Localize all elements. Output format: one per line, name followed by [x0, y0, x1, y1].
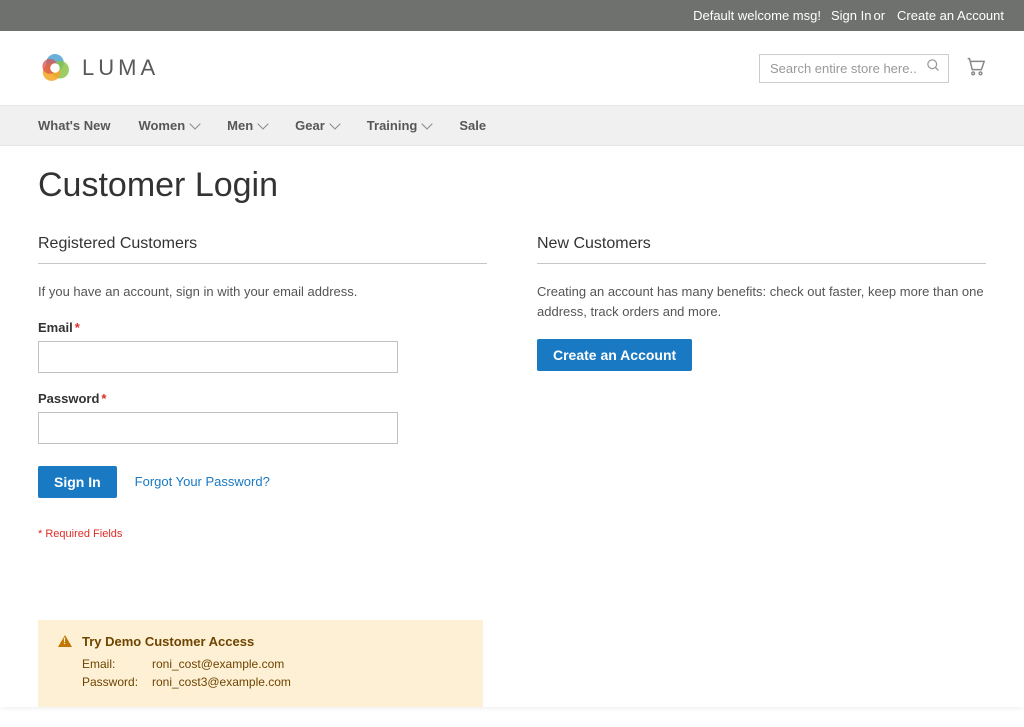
demo-password-row: Password: roni_cost3@example.com — [58, 675, 463, 689]
chevron-down-icon — [189, 118, 200, 129]
nav-gear[interactable]: Gear — [295, 106, 353, 145]
new-customers-note: Creating an account has many benefits: c… — [537, 282, 986, 321]
required-star: * — [101, 391, 106, 406]
welcome-message: Default welcome msg! — [693, 8, 821, 23]
page-title-wrapper: Customer Login — [0, 146, 1024, 215]
password-label: Password* — [38, 391, 487, 406]
new-customers-block: New Customers Creating an account has ma… — [537, 235, 986, 540]
email-label: Email* — [38, 320, 487, 335]
nav-men[interactable]: Men — [227, 106, 281, 145]
main-content: Registered Customers If you have an acco… — [0, 215, 1024, 580]
password-field[interactable] — [38, 412, 398, 444]
or-separator: or — [873, 8, 885, 23]
create-account-button[interactable]: Create an Account — [537, 339, 692, 371]
login-block: Registered Customers If you have an acco… — [38, 235, 487, 540]
demo-email-row: Email: roni_cost@example.com — [58, 657, 463, 671]
sign-in-link[interactable]: Sign In — [831, 8, 871, 23]
chevron-down-icon — [257, 118, 268, 129]
nav-training[interactable]: Training — [367, 106, 446, 145]
demo-title-text: Try Demo Customer Access — [82, 634, 254, 649]
main-header: LUMA — [0, 31, 1024, 105]
chevron-down-icon — [329, 118, 340, 129]
cart-icon[interactable] — [964, 55, 986, 82]
warning-icon — [58, 635, 72, 647]
forgot-password-link[interactable]: Forgot Your Password? — [135, 474, 270, 489]
create-account-link-top[interactable]: Create an Account — [897, 8, 1004, 23]
page-title: Customer Login — [38, 166, 986, 205]
login-form: Email* Password* Sign In Forgot Your Pas… — [38, 320, 487, 540]
nav-bar: What's New Women Men Gear Training Sale — [0, 105, 1024, 146]
logo[interactable]: LUMA — [38, 51, 159, 85]
search-icon[interactable] — [926, 58, 941, 78]
required-star: * — [75, 320, 80, 335]
logo-text: LUMA — [82, 55, 159, 81]
sign-in-button[interactable]: Sign In — [38, 466, 117, 498]
nav-women[interactable]: Women — [138, 106, 213, 145]
chevron-down-icon — [422, 118, 433, 129]
new-customers-title: New Customers — [537, 235, 986, 264]
login-note: If you have an account, sign in with you… — [38, 282, 487, 302]
search-input[interactable] — [759, 54, 949, 83]
luma-logo-icon — [38, 51, 72, 85]
panel-header: Default welcome msg! Sign In or Create a… — [0, 0, 1024, 31]
login-block-title: Registered Customers — [38, 235, 487, 264]
required-fields-note: * Required Fields — [38, 528, 487, 540]
nav-sale[interactable]: Sale — [459, 106, 500, 145]
demo-access-box: Try Demo Customer Access Email: roni_cos… — [38, 620, 483, 707]
search-box — [759, 54, 949, 83]
email-field[interactable] — [38, 341, 398, 373]
nav-whats-new[interactable]: What's New — [38, 106, 124, 145]
